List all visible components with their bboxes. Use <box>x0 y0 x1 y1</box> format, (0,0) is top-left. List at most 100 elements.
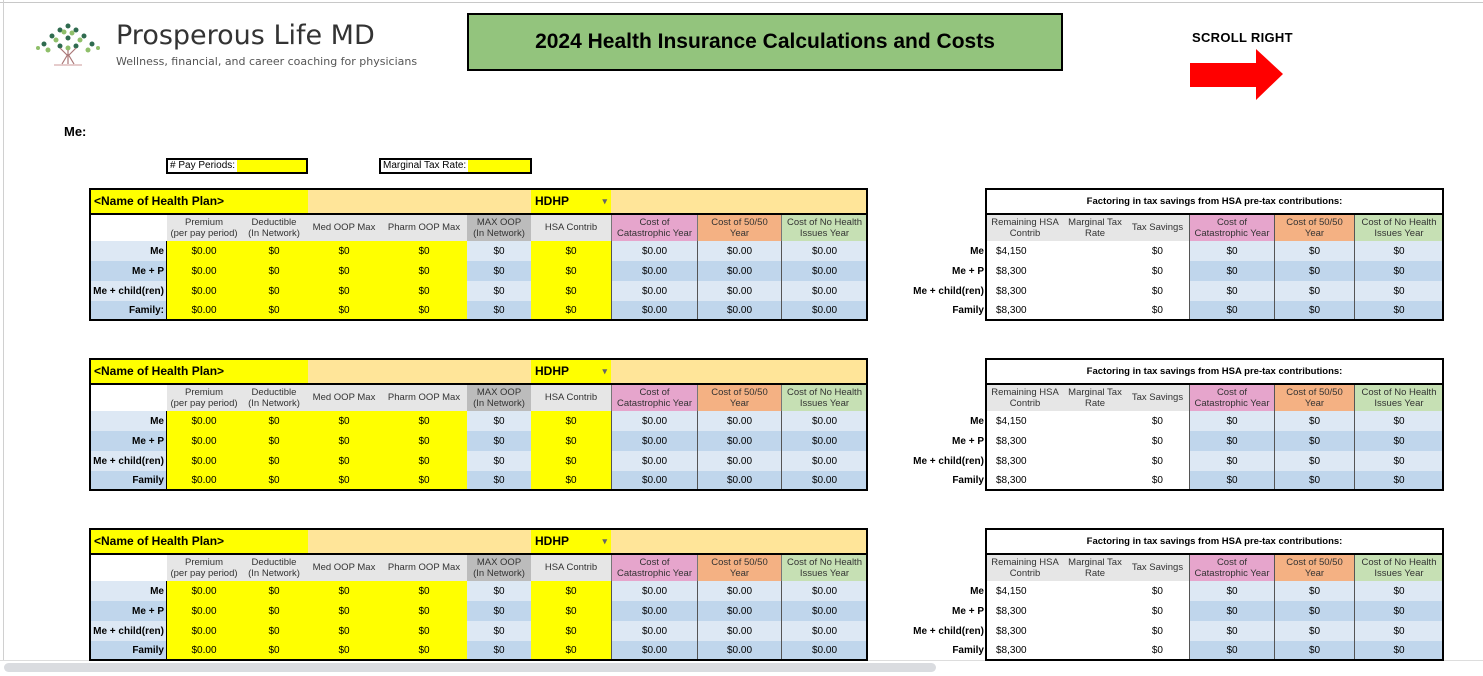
tax-cell-fifty-fifty-cost: $0 <box>1274 261 1354 281</box>
cell-premium[interactable]: $0.00 <box>167 411 241 431</box>
header-pharm-oop-max: Pharm OOP Max <box>381 214 467 241</box>
cell-hsa-contrib[interactable]: $0 <box>531 581 611 601</box>
tax-cell-marginal-tax-rate <box>1064 281 1126 301</box>
cell-pharm-oop-max[interactable]: $0 <box>381 431 467 451</box>
cell-pharm-oop-max[interactable]: $0 <box>381 301 467 320</box>
cell-fifty-fifty-cost: $0.00 <box>697 471 781 490</box>
cell-hsa-contrib[interactable]: $0 <box>531 431 611 451</box>
cell-deductible[interactable]: $0 <box>241 581 307 601</box>
cell-deductible[interactable]: $0 <box>241 241 307 261</box>
cell-med-oop-max[interactable]: $0 <box>307 281 381 301</box>
row-label: Me + child(ren) <box>90 451 167 471</box>
cell-deductible[interactable]: $0 <box>241 261 307 281</box>
cell-deductible[interactable]: $0 <box>241 641 307 660</box>
plan-name-input[interactable]: <Name of Health Plan> <box>90 529 308 554</box>
chevron-down-icon[interactable]: ▾ <box>602 196 607 207</box>
cell-premium[interactable]: $0.00 <box>167 641 241 660</box>
cell-med-oop-max[interactable]: $0 <box>307 261 381 281</box>
cell-catastrophic-cost: $0.00 <box>611 411 697 431</box>
cell-premium[interactable]: $0.00 <box>167 471 241 490</box>
cell-hsa-contrib[interactable]: $0 <box>531 601 611 621</box>
cell-pharm-oop-max[interactable]: $0 <box>381 471 467 490</box>
cell-pharm-oop-max[interactable]: $0 <box>381 411 467 431</box>
cell-no-issues-cost: $0.00 <box>781 621 867 641</box>
plan-type-value: HDHP <box>535 364 570 378</box>
cell-max-oop: $0 <box>467 241 531 261</box>
cell-med-oop-max[interactable]: $0 <box>307 451 381 471</box>
cell-hsa-contrib[interactable]: $0 <box>531 301 611 320</box>
tax-cell-fifty-fifty-cost: $0 <box>1274 641 1354 660</box>
cell-catastrophic-cost: $0.00 <box>611 301 697 320</box>
tax-cell-marginal-tax-rate <box>1064 581 1126 601</box>
cell-pharm-oop-max[interactable]: $0 <box>381 261 467 281</box>
cell-deductible[interactable]: $0 <box>241 601 307 621</box>
header-deductible: Deductible (In Network) <box>241 214 307 241</box>
cell-pharm-oop-max[interactable]: $0 <box>381 241 467 261</box>
cell-pharm-oop-max[interactable]: $0 <box>381 601 467 621</box>
marginal-tax-rate-value[interactable] <box>468 160 473 172</box>
cell-pharm-oop-max[interactable]: $0 <box>381 451 467 471</box>
tax-header-tax-savings: Tax Savings <box>1126 554 1189 581</box>
cell-premium[interactable]: $0.00 <box>167 621 241 641</box>
cell-hsa-contrib[interactable]: $0 <box>531 411 611 431</box>
cell-premium[interactable]: $0.00 <box>167 301 241 320</box>
cell-premium[interactable]: $0.00 <box>167 431 241 451</box>
cell-med-oop-max[interactable]: $0 <box>307 471 381 490</box>
cell-deductible[interactable]: $0 <box>241 451 307 471</box>
header-premium: Premium (per pay period) <box>167 554 241 581</box>
cell-med-oop-max[interactable]: $0 <box>307 431 381 451</box>
plan-name-band <box>611 529 867 554</box>
cell-premium[interactable]: $0.00 <box>167 581 241 601</box>
cell-deductible[interactable]: $0 <box>241 621 307 641</box>
marginal-tax-rate-field[interactable]: Marginal Tax Rate: <box>379 158 532 174</box>
cell-premium[interactable]: $0.00 <box>167 241 241 261</box>
cell-hsa-contrib[interactable]: $0 <box>531 471 611 490</box>
cell-deductible[interactable]: $0 <box>241 301 307 320</box>
cell-hsa-contrib[interactable]: $0 <box>531 281 611 301</box>
plan-type-dropdown[interactable]: HDHP ▾ <box>531 189 611 214</box>
cell-med-oop-max[interactable]: $0 <box>307 581 381 601</box>
cell-deductible[interactable]: $0 <box>241 471 307 490</box>
tax-header-fifty-fifty-cost: Cost of 50/50 Year <box>1274 214 1354 241</box>
cell-fifty-fifty-cost: $0.00 <box>697 431 781 451</box>
cell-med-oop-max[interactable]: $0 <box>307 601 381 621</box>
header-catastrophic-cost: Cost of Catastrophic Year <box>611 554 697 581</box>
cell-hsa-contrib[interactable]: $0 <box>531 241 611 261</box>
cell-deductible[interactable]: $0 <box>241 281 307 301</box>
cell-pharm-oop-max[interactable]: $0 <box>381 281 467 301</box>
cell-pharm-oop-max[interactable]: $0 <box>381 581 467 601</box>
cell-catastrophic-cost: $0.00 <box>611 601 697 621</box>
cell-hsa-contrib[interactable]: $0 <box>531 451 611 471</box>
cell-deductible[interactable]: $0 <box>241 431 307 451</box>
plan-type-dropdown[interactable]: HDHP ▾ <box>531 359 611 384</box>
cell-deductible[interactable]: $0 <box>241 411 307 431</box>
cell-premium[interactable]: $0.00 <box>167 261 241 281</box>
cell-med-oop-max[interactable]: $0 <box>307 411 381 431</box>
cell-med-oop-max[interactable]: $0 <box>307 301 381 320</box>
cell-med-oop-max[interactable]: $0 <box>307 241 381 261</box>
tax-cell-catastrophic-cost: $0 <box>1189 621 1274 641</box>
cell-fifty-fifty-cost: $0.00 <box>697 241 781 261</box>
pay-periods-field[interactable]: # Pay Periods: <box>166 158 308 174</box>
cell-hsa-contrib[interactable]: $0 <box>531 621 611 641</box>
cell-pharm-oop-max[interactable]: $0 <box>381 621 467 641</box>
cell-premium[interactable]: $0.00 <box>167 281 241 301</box>
plan-name-band <box>611 359 867 384</box>
plan-name-input[interactable]: <Name of Health Plan> <box>90 359 308 384</box>
cell-hsa-contrib[interactable]: $0 <box>531 641 611 660</box>
chevron-down-icon[interactable]: ▾ <box>602 366 607 377</box>
horizontal-scrollbar[interactable] <box>4 663 936 672</box>
tax-cell-marginal-tax-rate <box>1064 471 1126 490</box>
cell-premium[interactable]: $0.00 <box>167 451 241 471</box>
pay-periods-value[interactable] <box>237 160 242 172</box>
cell-hsa-contrib[interactable]: $0 <box>531 261 611 281</box>
chevron-down-icon[interactable]: ▾ <box>602 536 607 547</box>
cell-med-oop-max[interactable]: $0 <box>307 641 381 660</box>
tax-cell-no-issues-cost: $0 <box>1354 431 1443 451</box>
cell-pharm-oop-max[interactable]: $0 <box>381 641 467 660</box>
cell-med-oop-max[interactable]: $0 <box>307 621 381 641</box>
header-pharm-oop-max: Pharm OOP Max <box>381 384 467 411</box>
plan-type-dropdown[interactable]: HDHP ▾ <box>531 529 611 554</box>
plan-name-input[interactable]: <Name of Health Plan> <box>90 189 308 214</box>
cell-premium[interactable]: $0.00 <box>167 601 241 621</box>
